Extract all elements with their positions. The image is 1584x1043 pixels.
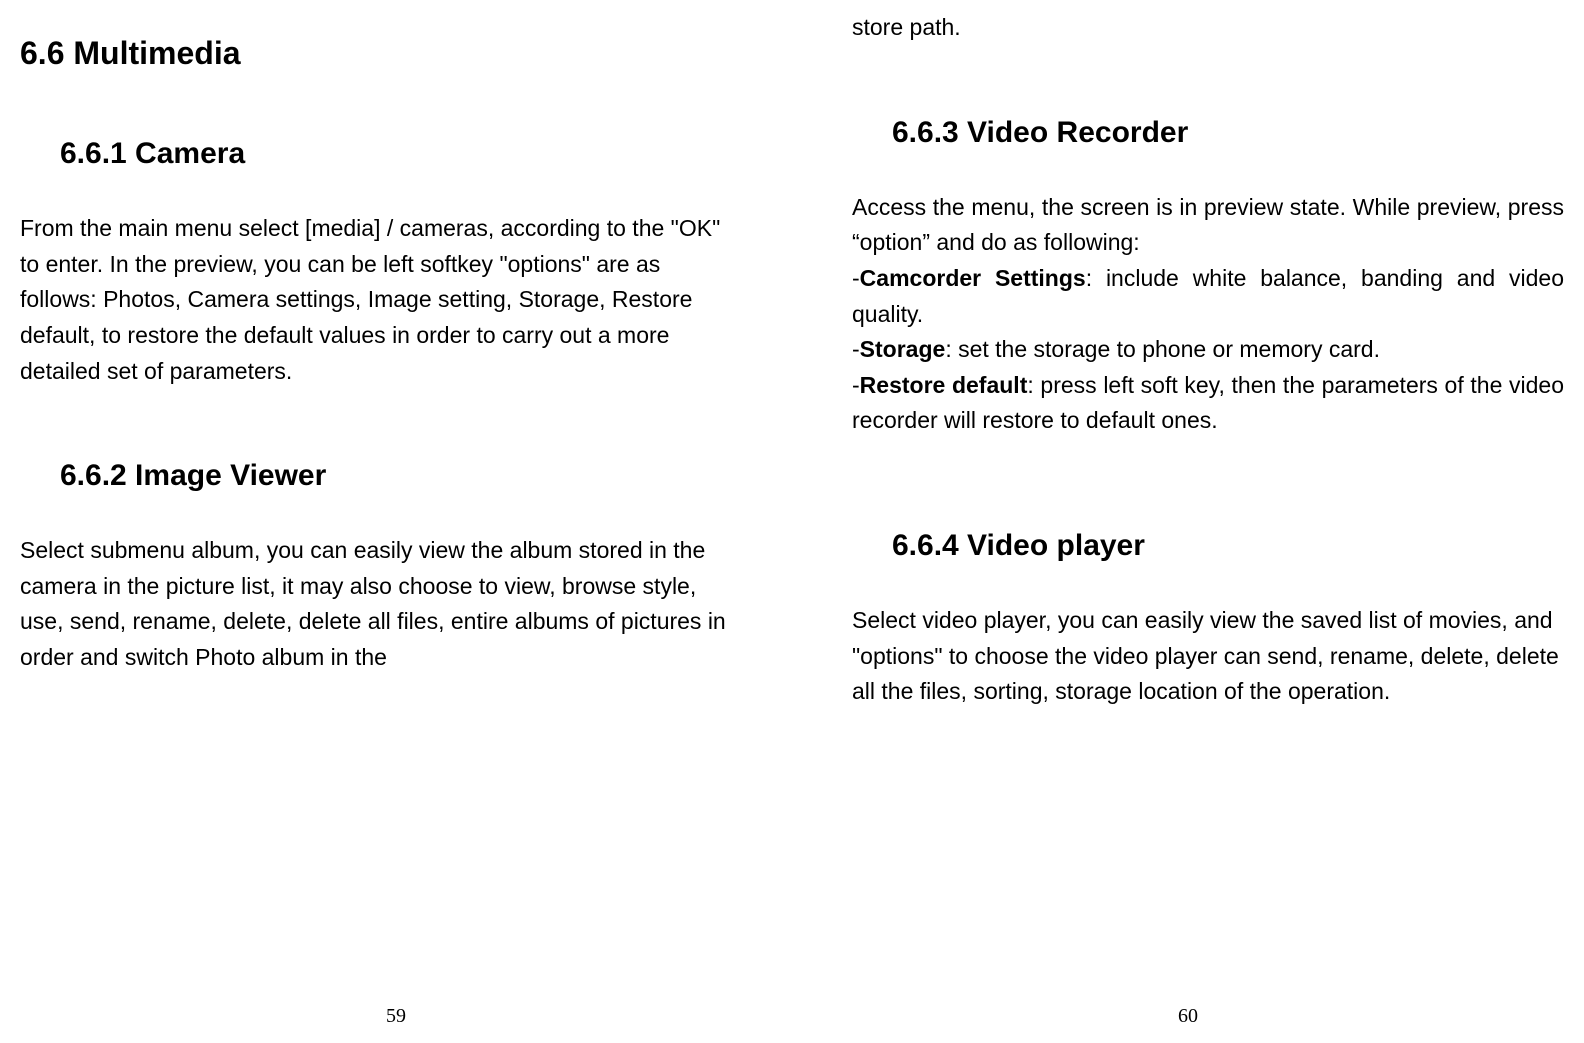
subsection-heading-image-viewer: 6.6.2 Image Viewer [60, 459, 732, 493]
right-page: store path. 6.6.3 Video Recorder Access … [792, 0, 1584, 1043]
left-page: 6.6 Multimedia 6.6.1 Camera From the mai… [0, 0, 792, 1043]
dash-2: - [852, 336, 860, 362]
page-number-right: 60 [1178, 1005, 1198, 1028]
restore-default-label: Restore default [860, 372, 1028, 398]
camcorder-settings-label: Camcorder Settings [860, 265, 1086, 291]
storage-text: : set the storage to phone or memory car… [945, 336, 1380, 362]
video-recorder-intro: Access the menu, the screen is in previe… [852, 194, 1564, 256]
dash-1: - [852, 265, 860, 291]
storage-label: Storage [860, 336, 946, 362]
section-heading-multimedia: 6.6 Multimedia [20, 35, 732, 72]
dash-3: - [852, 372, 860, 398]
subsection-heading-video-player: 6.6.4 Video player [892, 529, 1564, 563]
camera-description: From the main menu select [media] / came… [20, 211, 732, 389]
video-recorder-description: Access the menu, the screen is in previe… [852, 190, 1564, 439]
image-viewer-description: Select submenu album, you can easily vie… [20, 533, 732, 676]
continuation-text: store path. [852, 10, 1564, 46]
video-player-description: Select video player, you can easily view… [852, 603, 1564, 710]
subsection-heading-video-recorder: 6.6.3 Video Recorder [892, 116, 1564, 150]
page-number-left: 59 [386, 1005, 406, 1028]
subsection-heading-camera: 6.6.1 Camera [60, 137, 732, 171]
